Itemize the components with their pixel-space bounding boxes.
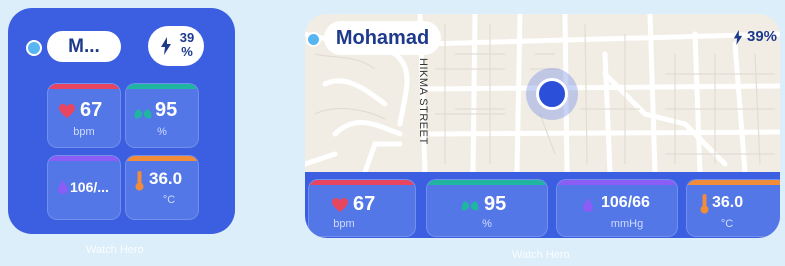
temperature-stripe — [687, 180, 780, 185]
heart-rate-unit: bpm — [333, 218, 355, 230]
small-widget-caption: Watch Hero — [86, 244, 144, 256]
lungs-icon — [134, 105, 152, 119]
battery-indicator: 39% — [723, 24, 780, 50]
oxygen-tile[interactable]: 95 % — [426, 179, 548, 237]
temperature-stripe — [126, 156, 198, 161]
oxygen-stripe — [427, 180, 547, 185]
oxygen-unit: % — [157, 126, 167, 138]
thermometer-icon — [700, 194, 709, 214]
oxygen-stripe — [126, 84, 198, 89]
blood-pressure-tile[interactable]: 106/... — [47, 155, 121, 220]
temperature-tile[interactable]: 36.0 °C — [686, 179, 780, 237]
user-name-pill[interactable]: Mohamad — [324, 21, 441, 55]
lightning-bolt-icon — [733, 30, 743, 45]
blood-pressure-value: 106/66 — [601, 194, 650, 211]
wide-widget-caption: Watch Hero — [512, 249, 570, 261]
pressure-stripe — [557, 180, 677, 185]
location-pin[interactable] — [536, 78, 568, 110]
battery-badge: 39% — [148, 26, 204, 66]
status-dot — [26, 40, 42, 56]
wide-watch-widget[interactable]: HIKMA STREET Mohamad 39% 67 bpm 95 % 106… — [305, 14, 780, 238]
oxygen-unit: % — [482, 218, 492, 230]
oxygen-value: 95 — [484, 193, 507, 215]
heart-rate-tile[interactable]: 67 bpm — [308, 179, 416, 237]
heart-stripe — [309, 180, 415, 185]
heart-rate-unit: bpm — [73, 126, 95, 138]
blood-pressure-tile[interactable]: 106/66 mmHg — [556, 179, 678, 237]
battery-percent-sign: % — [181, 44, 193, 59]
heart-rate-value: 67 — [80, 99, 103, 121]
heart-rate-tile[interactable]: 67 bpm — [47, 83, 121, 148]
thermometer-icon — [135, 171, 144, 191]
vitals-band: 67 bpm 95 % 106/66 mmHg 36.0 °C — [305, 172, 780, 238]
lightning-bolt-icon — [161, 37, 171, 55]
small-watch-widget[interactable]: M... 39% 67 bpm 95 % 106/... 36.0 °C — [8, 8, 235, 234]
heart-icon — [59, 104, 75, 118]
oxygen-tile[interactable]: 95 % — [125, 83, 199, 148]
temperature-unit: °C — [720, 218, 734, 230]
battery-percent-value: 39 — [179, 30, 195, 45]
battery-percent: 39% — [747, 28, 778, 45]
street-label-area: HIKMA STREET — [415, 52, 435, 152]
user-name-pill[interactable]: M... — [47, 31, 121, 62]
temperature-tile[interactable]: 36.0 °C — [125, 155, 199, 220]
blood-drop-icon — [583, 198, 593, 212]
battery-percent: 39% — [174, 31, 200, 59]
temperature-unit: °C — [162, 194, 176, 206]
heart-rate-value: 67 — [353, 193, 376, 215]
temperature-value: 36.0 — [149, 169, 183, 188]
blood-pressure-unit: mmHg — [610, 218, 644, 230]
blood-pressure-value: 106/... — [70, 179, 109, 195]
oxygen-value: 95 — [155, 99, 178, 121]
pressure-stripe — [48, 156, 120, 161]
heart-icon — [332, 198, 348, 212]
temperature-value: 36.0 — [712, 194, 744, 211]
status-dot — [306, 32, 321, 47]
heart-stripe — [48, 84, 120, 89]
street-label: HIKMA STREET — [417, 58, 429, 145]
blood-drop-icon — [58, 180, 68, 194]
lungs-icon — [461, 197, 479, 211]
